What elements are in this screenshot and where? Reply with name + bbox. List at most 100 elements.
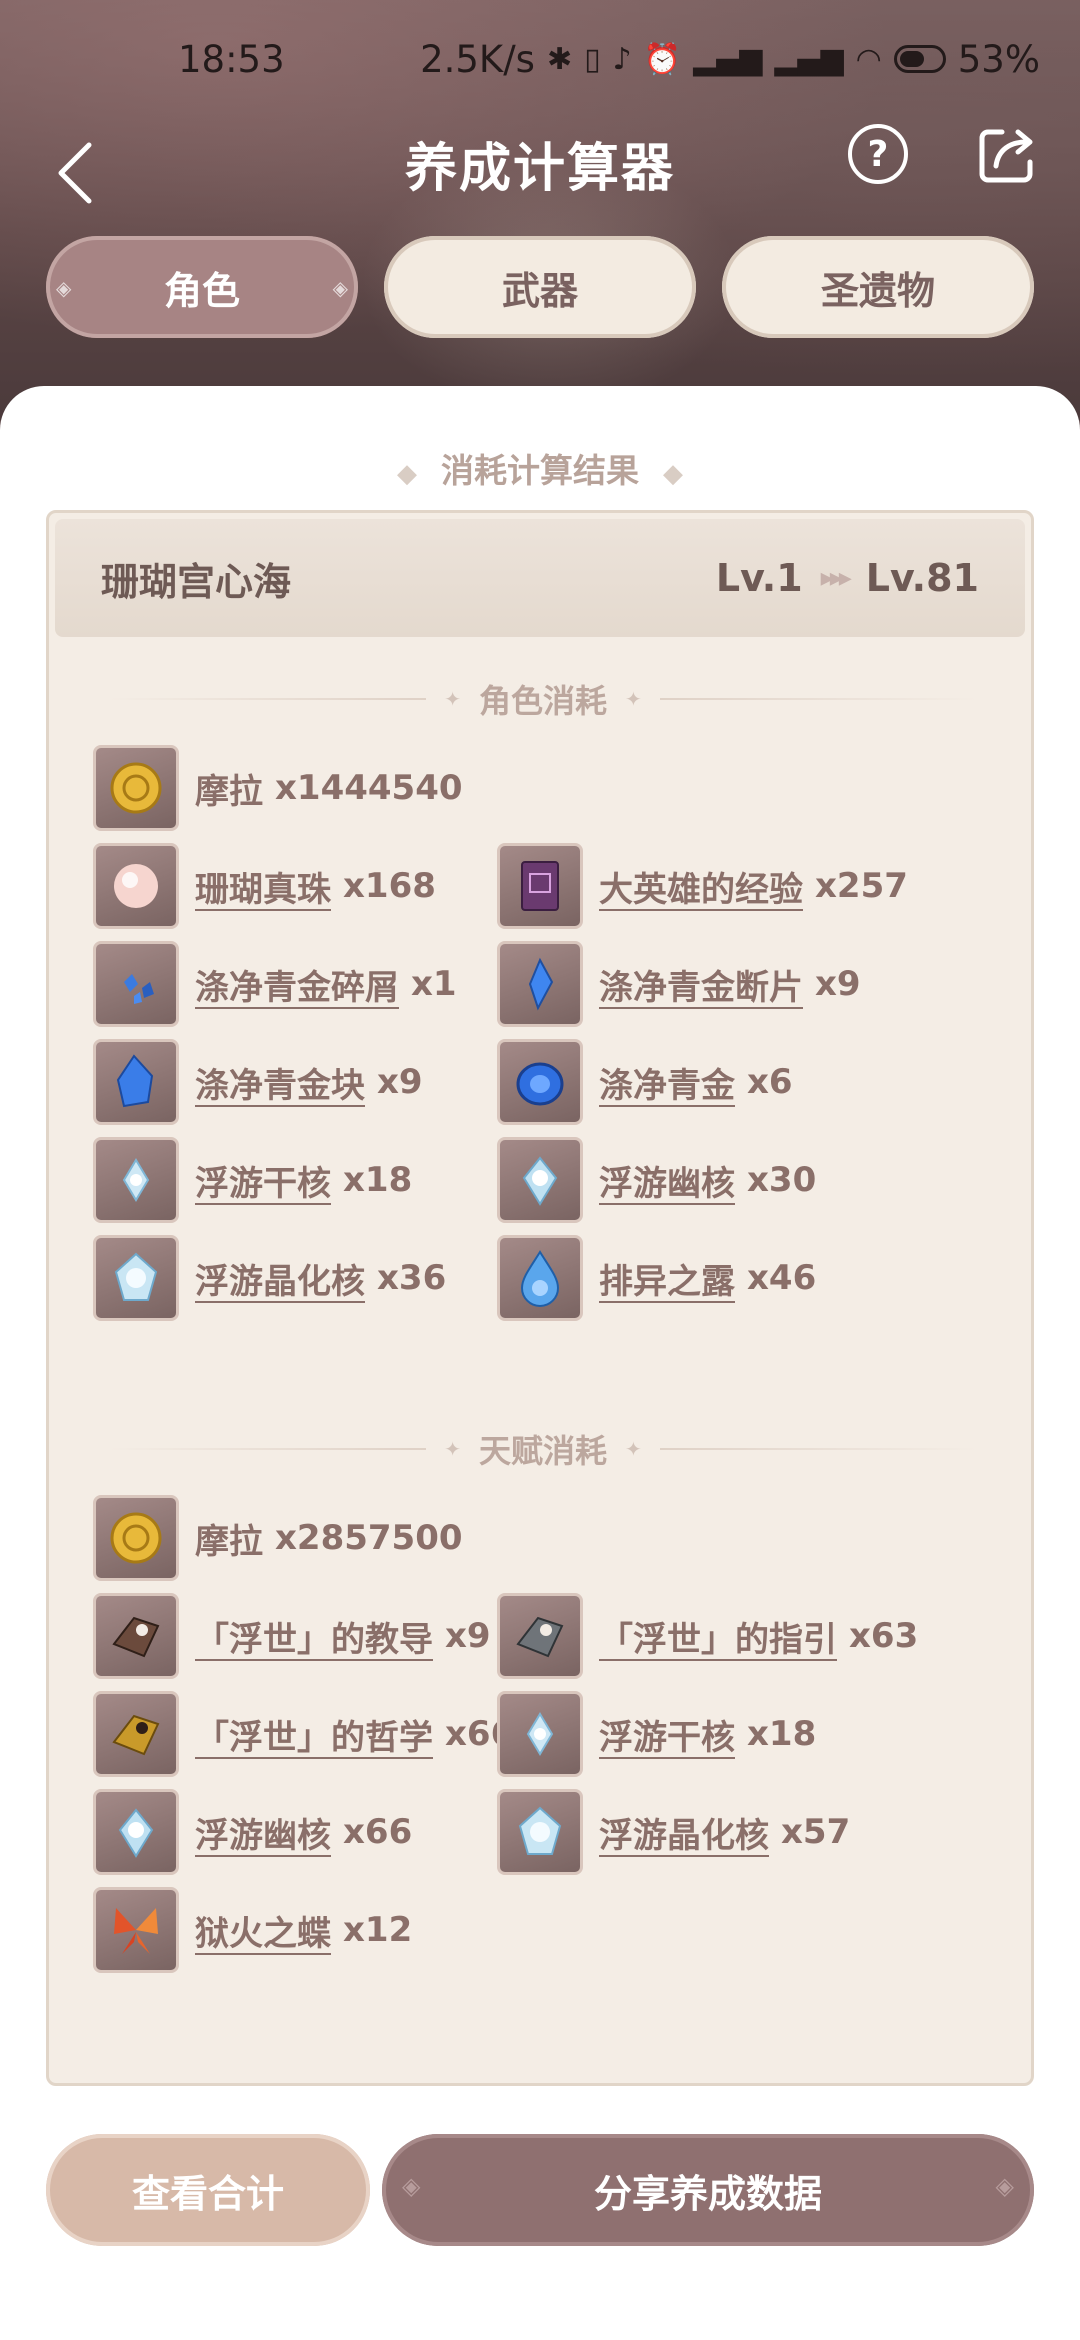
material-quantity: x9: [377, 1062, 423, 1102]
tab-weapon[interactable]: 武器: [384, 236, 696, 338]
share-data-label: 分享养成数据: [593, 2171, 822, 2216]
material-quantity: x18: [747, 1714, 817, 1754]
exp-book-icon: [497, 843, 583, 929]
mora-icon: [93, 1495, 179, 1581]
view-total-button[interactable]: 查看合计: [46, 2134, 370, 2246]
diamond-icon: ◆: [663, 459, 683, 489]
tab-bar: ◈ 角色 ◈ 武器 圣遗物: [0, 236, 1080, 346]
material-quantity: x63: [849, 1616, 919, 1656]
material-name[interactable]: 「浮世」的教导: [195, 1612, 433, 1661]
material-quantity: x257: [815, 866, 908, 906]
material-name[interactable]: 「浮世」的指引: [599, 1612, 837, 1661]
material-name[interactable]: 涤净青金断片: [599, 960, 803, 1009]
tab-artifact[interactable]: 圣遗物: [722, 236, 1034, 338]
transience-philosophy-icon: [93, 1691, 179, 1777]
star-icon: ✦: [444, 1437, 461, 1461]
dew-icon: [497, 1235, 583, 1321]
material-quantity: x18: [343, 1160, 413, 1200]
spectral-heart-icon: [497, 1137, 583, 1223]
material-name[interactable]: 大英雄的经验: [599, 862, 803, 911]
material-name[interactable]: 浮游晶化核: [195, 1254, 365, 1303]
lapis-sliver-icon: [93, 941, 179, 1027]
material-name[interactable]: 涤净青金: [599, 1058, 735, 1107]
material-quantity: x30: [747, 1160, 817, 1200]
material-name[interactable]: 珊瑚真珠: [195, 862, 331, 911]
material-name[interactable]: 涤净青金碎屑: [195, 960, 399, 1009]
ornament-icon: ◈: [332, 276, 348, 300]
app-header: 养成计算器 ?: [0, 118, 1080, 238]
material-item[interactable]: 浮游幽核 x66: [93, 1789, 412, 1875]
tab-label: 角色: [163, 268, 240, 313]
signal-icon: ▂▄▆: [693, 41, 763, 77]
material-name[interactable]: 浮游干核: [599, 1710, 735, 1759]
tab-label: 圣遗物: [820, 268, 935, 313]
section-title: 角色消耗: [479, 682, 608, 720]
material-name[interactable]: 排异之露: [599, 1254, 735, 1303]
wifi-icon: ◠: [855, 41, 882, 77]
share-data-button[interactable]: ◈ 分享养成数据 ◈: [382, 2134, 1034, 2246]
material-quantity: x66: [343, 1812, 413, 1852]
battery-percent: 53%: [957, 37, 1040, 81]
material-item[interactable]: 浮游晶化核 x57: [497, 1789, 850, 1875]
share-button[interactable]: [974, 122, 1040, 188]
material-item[interactable]: 珊瑚真珠 x168: [93, 843, 436, 929]
material-name[interactable]: 狱火之蝶: [195, 1906, 331, 1955]
material-item[interactable]: 大英雄的经验 x257: [497, 843, 908, 929]
alarm-icon: ⏰: [643, 41, 682, 77]
material-item[interactable]: 涤净青金断片 x9: [497, 941, 861, 1027]
star-icon: ✦: [444, 687, 461, 711]
material-item: 摩拉 x2857500: [93, 1495, 463, 1581]
ornament-icon: ◈: [995, 2172, 1014, 2200]
material-item[interactable]: 「浮世」的指引 x63: [497, 1593, 918, 1679]
material-name[interactable]: 涤净青金块: [195, 1058, 365, 1107]
material-quantity: x9: [445, 1616, 491, 1656]
material-quantity: x168: [343, 866, 436, 906]
material-item[interactable]: 浮游干核 x18: [497, 1691, 816, 1777]
status-bar: 18:53 2.5K/s ✱ ▯ ♪ ⏰ ▂▄▆ ▂▄▆ ◠ 53%: [0, 0, 1080, 118]
section-divider-talent: ✦ 天赋消耗 ✦: [109, 1429, 978, 1470]
mora-icon: [93, 745, 179, 831]
tab-character[interactable]: ◈ 角色 ◈: [46, 236, 358, 338]
material-item[interactable]: 涤净青金 x6: [497, 1039, 793, 1125]
status-icons: 2.5K/s ✱ ▯ ♪ ⏰ ▂▄▆ ▂▄▆ ◠ 53%: [420, 38, 1040, 81]
material-quantity: x9: [815, 964, 861, 1004]
material-item[interactable]: 浮游幽核 x30: [497, 1137, 816, 1223]
material-item[interactable]: 涤净青金块 x9: [93, 1039, 423, 1125]
ornament-icon: ◈: [402, 2172, 421, 2200]
lapis-chunk-icon: [93, 1039, 179, 1125]
material-name[interactable]: 「浮世」的哲学: [195, 1710, 433, 1759]
material-name: 摩拉: [195, 1521, 263, 1562]
section-title: 天赋消耗: [479, 1432, 608, 1470]
signal-icon: ▂▄▆: [774, 41, 844, 77]
star-icon: ✦: [625, 1437, 642, 1461]
level-to: Lv.81: [865, 556, 979, 600]
material-name[interactable]: 浮游晶化核: [599, 1808, 769, 1857]
material-item[interactable]: 「浮世」的教导 x9: [93, 1593, 491, 1679]
material-item[interactable]: 涤净青金碎屑 x1: [93, 941, 457, 1027]
material-quantity: x46: [747, 1258, 817, 1298]
spectral-heart-icon: [93, 1789, 179, 1875]
hellfire-butterfly-icon: [93, 1887, 179, 1973]
help-button[interactable]: ?: [848, 124, 908, 184]
character-name: 珊瑚宫心海: [101, 559, 292, 604]
material-name[interactable]: 浮游幽核: [599, 1156, 735, 1205]
bluetooth-icon: ✱: [546, 41, 573, 77]
ornament-icon: ◈: [56, 276, 72, 300]
material-item[interactable]: 「浮世」的哲学 x66: [93, 1691, 514, 1777]
battery-icon: [893, 45, 946, 73]
level-from: Lv.1: [715, 556, 803, 600]
material-name[interactable]: 浮游干核: [195, 1156, 331, 1205]
material-item[interactable]: 排异之露 x46: [497, 1235, 816, 1321]
material-item[interactable]: 浮游干核 x18: [93, 1137, 412, 1223]
question-icon: ?: [867, 133, 889, 175]
material-item[interactable]: 浮游晶化核 x36: [93, 1235, 446, 1321]
material-item[interactable]: 狱火之蝶 x12: [93, 1887, 412, 1973]
transience-guide-icon: [497, 1593, 583, 1679]
material-quantity: x12: [343, 1910, 413, 1950]
material-name: 摩拉: [195, 771, 263, 812]
material-quantity: x36: [377, 1258, 447, 1298]
diamond-icon: ◆: [397, 459, 417, 489]
material-name[interactable]: 浮游幽核: [195, 1808, 331, 1857]
spectral-nucleus-icon: [93, 1235, 179, 1321]
lapis-gemstone-icon: [497, 1039, 583, 1125]
